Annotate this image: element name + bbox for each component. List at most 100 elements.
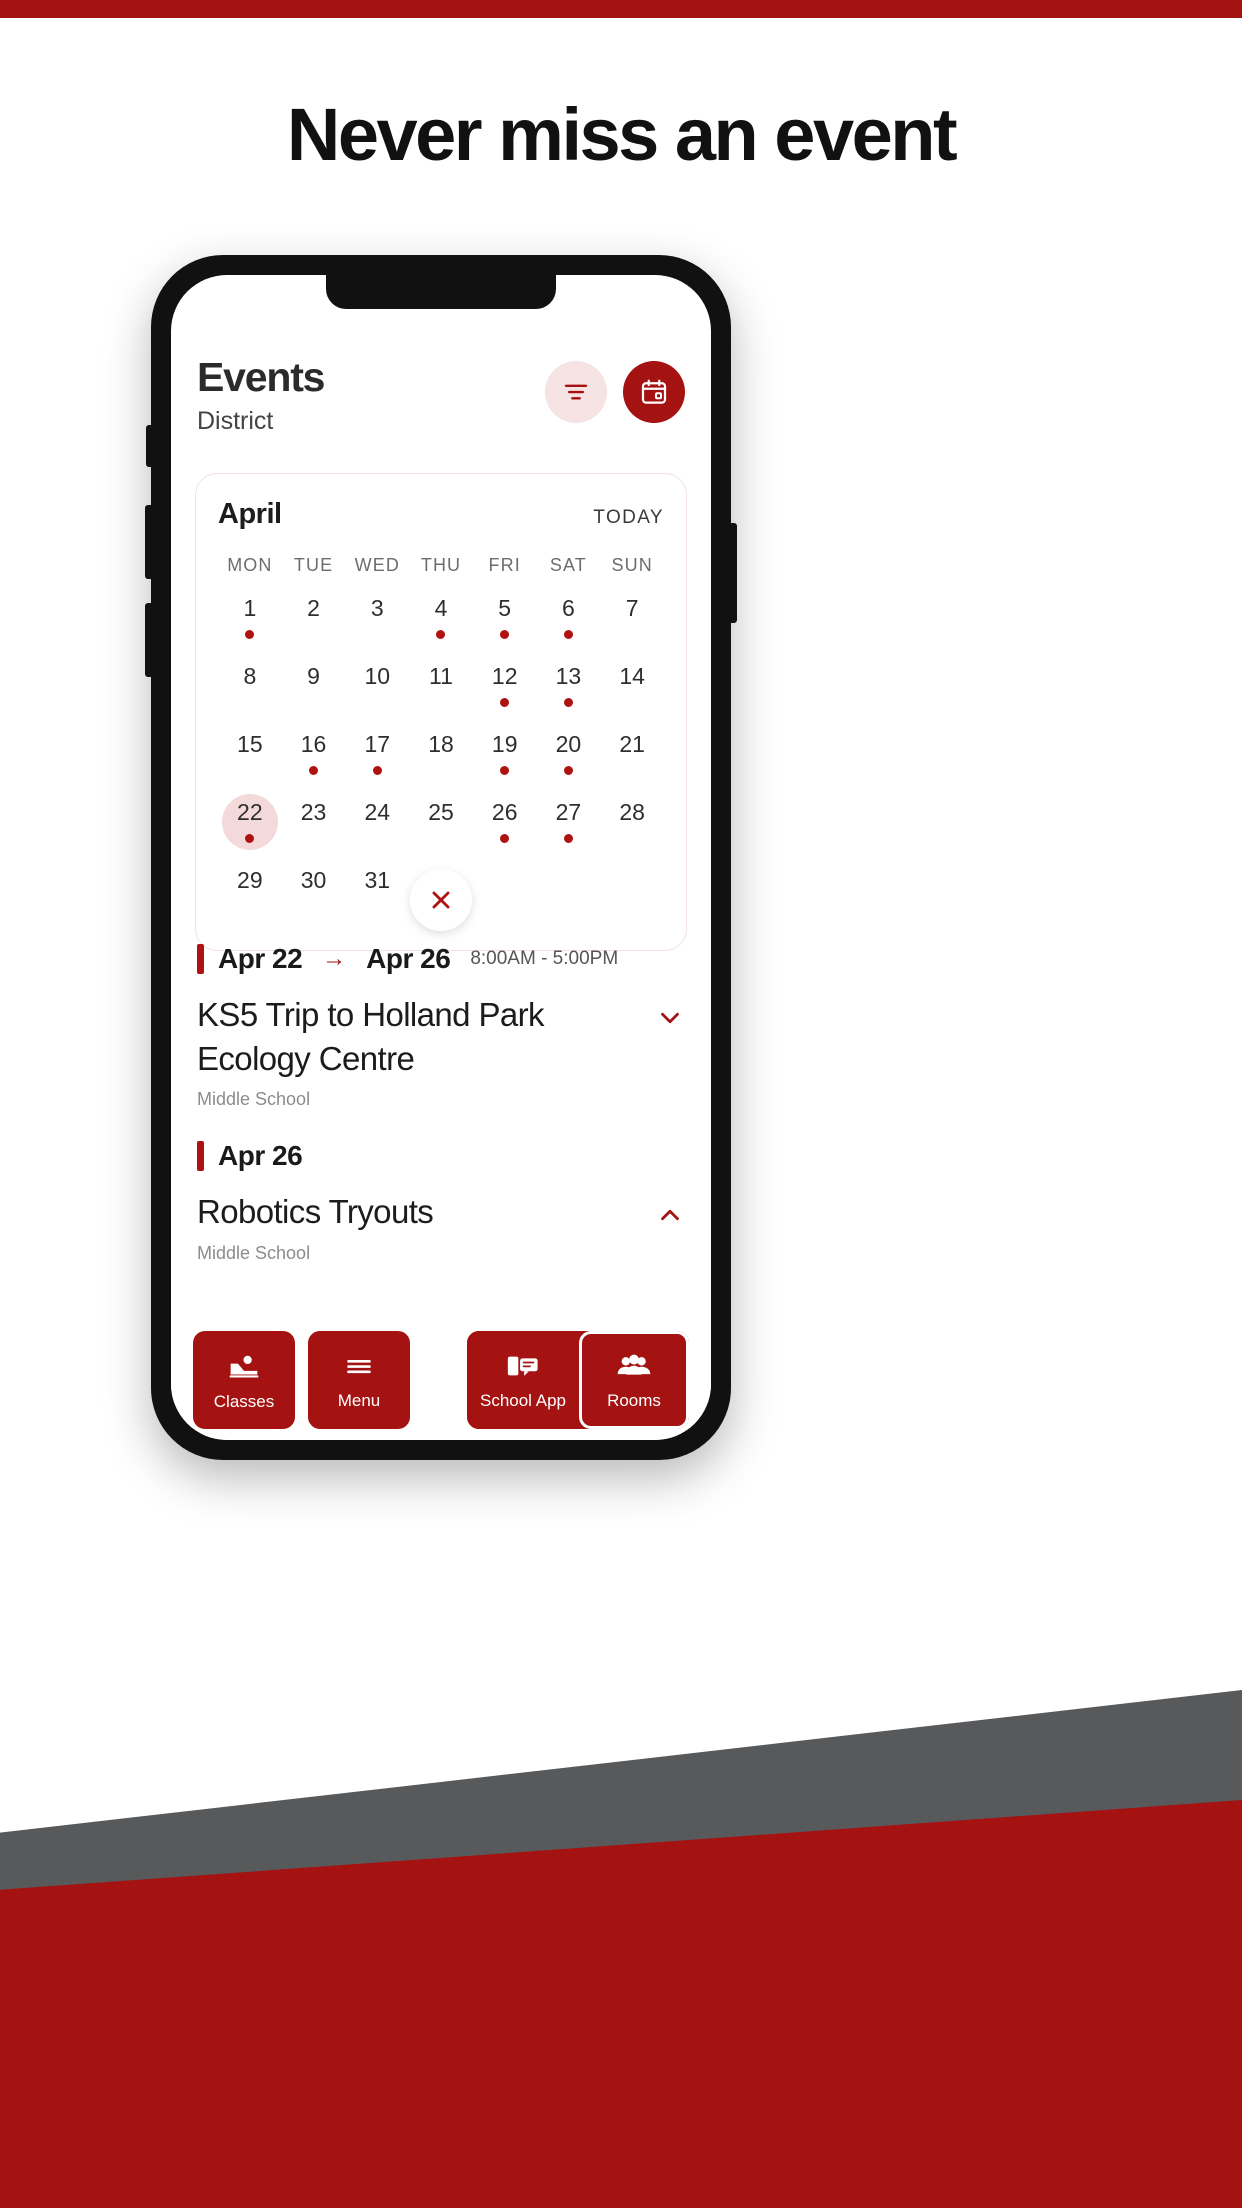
calendar-day-cell[interactable]: 7	[600, 588, 664, 652]
phone-volume-down-button	[145, 603, 151, 677]
calendar-event-dot	[500, 834, 510, 843]
nav-button-label: School App	[479, 1390, 566, 1410]
nav-button-label: Menu	[337, 1390, 381, 1410]
calendar-day-cell[interactable]: 31	[345, 860, 409, 924]
event-time-range: 8:00AM - 5:00PM	[470, 948, 619, 969]
calendar-day-number: 10	[364, 663, 391, 689]
calendar-day-cell[interactable]: 22	[218, 792, 282, 856]
calendar-day-number: 31	[364, 867, 391, 893]
event-item[interactable]: Apr 26 Robotics Tryouts Middle School	[197, 1140, 685, 1264]
calendar-day-cell[interactable]: 12	[473, 656, 537, 720]
calendar-day-cell[interactable]: 4	[409, 588, 473, 652]
event-end-date: Apr 26	[366, 943, 451, 974]
calendar-day-cell[interactable]: 25	[409, 792, 473, 856]
calendar-day-cell[interactable]: 18	[409, 724, 473, 788]
filter-button[interactable]	[545, 361, 607, 423]
calendar-day-number: 26	[491, 799, 518, 825]
calendar-day-number: 6	[562, 595, 575, 621]
calendar-day-cell[interactable]: 30	[282, 860, 346, 924]
calendar-day-cell[interactable]: 1	[218, 588, 282, 652]
event-date-row: Apr 22 → Apr 26 8:00AM - 5:00PM	[197, 943, 685, 975]
calendar-event-dot	[563, 834, 573, 843]
calendar-day-number: 5	[498, 595, 512, 621]
calendar-day-cell[interactable]: 17	[345, 724, 409, 788]
calendar-day-number: 29	[237, 867, 263, 893]
calendar-day-cell[interactable]: 28	[600, 792, 664, 856]
calendar-day-cell[interactable]: 23	[282, 792, 346, 856]
page-subtitle: District	[197, 407, 274, 435]
date-range-arrow-icon: →	[322, 945, 347, 972]
hamburger-icon	[342, 1352, 376, 1385]
calendar-day-cell[interactable]: 19	[473, 724, 537, 788]
calendar-day-cell[interactable]: 11	[409, 656, 473, 720]
event-separator	[197, 1116, 685, 1140]
calendar-event-dot	[500, 766, 510, 775]
calendar-button[interactable]	[623, 361, 685, 423]
nav-button-label: Rooms	[607, 1390, 661, 1410]
calendar-weekday: WED	[354, 555, 400, 575]
calendar-event-dot	[309, 766, 319, 775]
close-icon	[432, 891, 450, 909]
calendar-day-cell[interactable]: 20	[537, 724, 601, 788]
calendar-day-number: 2	[307, 595, 320, 621]
calendar-weekday-row: MON TUE WED THU FRI SAT SUN	[218, 555, 664, 576]
calendar-day-cell[interactable]: 9	[282, 656, 346, 720]
filter-icon	[564, 384, 588, 400]
nav-button-school-app[interactable]: School App	[467, 1331, 579, 1429]
event-item[interactable]: Apr 22 → Apr 26 8:00AM - 5:00PM KS5 Trip to …	[197, 943, 685, 1110]
event-date-row: Apr 26	[197, 1140, 685, 1172]
page-headline: Never miss an event	[286, 93, 958, 176]
rooms-icon	[615, 1352, 653, 1385]
calendar-day-cell[interactable]: 13	[537, 656, 601, 720]
nav-button-menu[interactable]: Menu	[308, 1331, 410, 1429]
event-accent-bar	[197, 944, 204, 974]
calendar-day-number: 3	[370, 595, 384, 621]
chevron-down-icon[interactable]	[655, 993, 685, 1040]
calendar-day-number: 14	[619, 663, 645, 689]
top-accent-bar	[0, 0, 1242, 18]
calendar-day-cell[interactable]: 8	[218, 656, 282, 720]
calendar-today-button[interactable]: TODAY	[593, 507, 664, 529]
calendar-day-number: 15	[237, 731, 263, 757]
event-text-block: KS5 Trip to Holland Park Ecology Centre M…	[197, 993, 597, 1110]
calendar-weekday: SUN	[611, 555, 653, 575]
calendar-day-number: 25	[428, 799, 454, 825]
calendar-day-cell[interactable]: 21	[600, 724, 664, 788]
calendar-day-cell[interactable]: 5	[473, 588, 537, 652]
event-body: Robotics Tryouts Middle School	[197, 1190, 685, 1264]
calendar-day-cell[interactable]: 26	[473, 792, 537, 856]
calendar-day-cell[interactable]: 29	[218, 860, 282, 924]
calendar-day-number: 1	[243, 595, 257, 621]
calendar-day-cell[interactable]: 10	[345, 656, 409, 720]
calendar-day-cell[interactable]: 24	[345, 792, 409, 856]
phone-mockup: Events District April TODAY MON TUE WED …	[145, 255, 737, 1460]
calendar-day-number: 28	[619, 799, 645, 825]
calendar-day-cell[interactable]: 27	[537, 792, 601, 856]
events-list: Apr 22 → Apr 26 8:00AM - 5:00PM KS5 Trip to …	[171, 943, 711, 1270]
calendar-day-number: 9	[307, 663, 320, 689]
calendar-day-cell[interactable]: 2	[282, 588, 346, 652]
calendar-day-number: 18	[428, 731, 454, 757]
calendar-collapse-button[interactable]	[410, 869, 472, 931]
event-subtitle: Middle School	[197, 1242, 311, 1263]
calendar-event-dot	[245, 630, 255, 639]
chevron-up-icon[interactable]	[655, 1190, 685, 1237]
phone-screen: Events District April TODAY MON TUE WED …	[171, 275, 711, 1440]
calendar-day-cell[interactable]: 6	[537, 588, 601, 652]
header-actions	[545, 353, 685, 423]
bottom-nav-right-group: School App Rooms	[467, 1331, 689, 1429]
calendar-day-cell[interactable]: 14	[600, 656, 664, 720]
calendar-event-dot	[372, 766, 382, 775]
calendar-icon	[641, 379, 667, 404]
calendar-day-number: 22	[237, 799, 263, 825]
calendar-day-cell[interactable]: 16	[282, 724, 346, 788]
event-subtitle: Middle School	[197, 1089, 311, 1110]
calendar-day-cell[interactable]: 3	[345, 588, 409, 652]
nav-button-classes[interactable]: Classes	[193, 1331, 295, 1429]
calendar-day-number: 30	[300, 867, 327, 893]
calendar-day-number: 17	[364, 731, 391, 757]
calendar-event-dot	[500, 630, 510, 639]
bottom-navigation: Classes Menu School App Rooms	[171, 1320, 711, 1440]
nav-button-rooms[interactable]: Rooms	[579, 1331, 689, 1429]
calendar-day-cell[interactable]: 15	[218, 724, 282, 788]
